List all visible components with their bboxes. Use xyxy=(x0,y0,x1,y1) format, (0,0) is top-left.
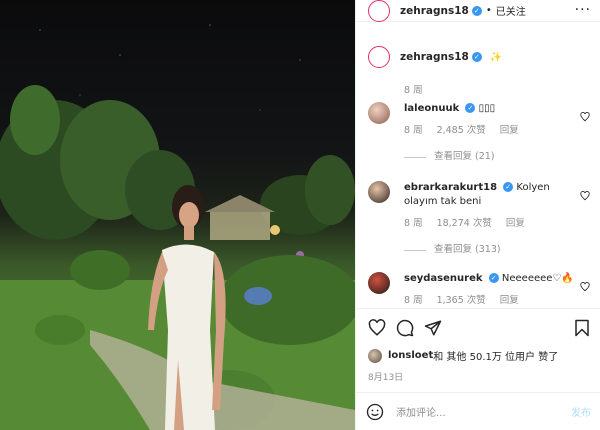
emoji-icon[interactable] xyxy=(366,403,384,421)
post-date[interactable]: 8月13日 xyxy=(368,370,403,383)
comment-likes[interactable]: 2,485 次赞 xyxy=(437,124,486,138)
caption-timestamp: 8 周 xyxy=(404,85,423,96)
post-side-panel: zehragns18 ✓ • 已关注 ··· zehragns18 ✓ ✨ 8 … xyxy=(355,0,600,430)
comment-like-heart-icon[interactable] xyxy=(580,191,590,201)
comment-timestamp: 8 周 xyxy=(404,218,423,229)
comment-input[interactable]: 添加评论... xyxy=(396,404,571,419)
comment-timestamp: 8 周 xyxy=(404,295,423,306)
comment-likes[interactable]: 18,274 次赞 xyxy=(437,217,492,231)
view-replies-label: 查看回复 (313) xyxy=(434,244,501,255)
view-replies-button[interactable]: 查看回复 (313) xyxy=(404,243,574,257)
reply-button[interactable]: 回复 xyxy=(506,217,525,231)
caption-avatar[interactable] xyxy=(368,46,390,68)
comment-icon[interactable] xyxy=(396,319,414,337)
heart-icon[interactable] xyxy=(368,319,386,337)
liker-avatar[interactable] xyxy=(368,348,382,363)
commenter-avatar[interactable] xyxy=(368,181,390,203)
post-photo[interactable] xyxy=(0,0,355,430)
post-action-bar xyxy=(356,308,600,346)
replies-divider xyxy=(404,156,426,158)
view-replies-label: 查看回复 (21) xyxy=(434,151,495,162)
comment-item: seydasenurek ✓ Neeeeeee♡🔥 8 周 1,365 次赞 回… xyxy=(368,272,590,306)
view-replies-button[interactable]: 查看回复 (21) xyxy=(404,150,574,164)
commenter-username[interactable]: ebrarkarakurt18 xyxy=(404,182,497,193)
commenter-avatar[interactable] xyxy=(368,272,390,294)
verified-badge-icon: ✓ xyxy=(471,5,482,16)
caption-username[interactable]: zehragns18 xyxy=(400,51,469,63)
comment-like-heart-icon[interactable] xyxy=(580,282,590,292)
post-comment-button[interactable]: 发布 xyxy=(571,404,591,419)
comment-item: laleonuuk ✓ ▯▯▯ 8 周 2,485 次赞 回复 查看回复 (21… xyxy=(368,102,590,164)
comment-timestamp: 8 周 xyxy=(404,125,423,136)
separator-dot: • xyxy=(485,5,492,16)
bookmark-icon[interactable] xyxy=(573,319,591,337)
reply-button[interactable]: 回复 xyxy=(500,294,519,306)
verified-badge-icon: ✓ xyxy=(471,52,482,62)
caption-text: ✨ xyxy=(489,51,503,63)
comment-like-heart-icon[interactable] xyxy=(580,112,590,122)
comment-text: Neeeeeee♡🔥 xyxy=(501,273,574,284)
instagram-post-modal: zehragns18 ✓ • 已关注 ··· zehragns18 ✓ ✨ 8 … xyxy=(0,0,600,430)
liker-username[interactable]: lonsloet xyxy=(388,350,433,361)
post-header: zehragns18 ✓ • 已关注 ··· xyxy=(356,0,600,22)
verified-badge-icon: ✓ xyxy=(488,273,499,283)
follow-status-button[interactable]: 已关注 xyxy=(496,3,526,18)
comment-text: ▯▯▯ xyxy=(478,103,496,114)
photo-illustration xyxy=(0,24,355,430)
comment-item: ebrarkarakurt18 ✓ Kolyen olayım tak beni… xyxy=(368,181,590,257)
replies-divider xyxy=(404,249,426,251)
commenter-avatar[interactable] xyxy=(368,102,390,124)
author-username[interactable]: zehragns18 xyxy=(400,5,469,17)
comment-likes[interactable]: 1,365 次赞 xyxy=(437,294,486,306)
share-icon[interactable] xyxy=(424,319,442,337)
verified-badge-icon: ✓ xyxy=(465,103,476,113)
commenter-username[interactable]: seydasenurek xyxy=(404,273,483,284)
add-comment-bar: 添加评论... 发布 xyxy=(356,392,600,430)
post-caption: zehragns18 ✓ ✨ 8 周 xyxy=(368,46,593,96)
likes-summary: lonsloet 和 其他 50.1万 位用户 赞了 xyxy=(368,348,558,363)
more-options-icon[interactable]: ··· xyxy=(575,2,591,18)
commenter-username[interactable]: laleonuuk xyxy=(404,103,459,114)
author-avatar[interactable] xyxy=(368,0,390,22)
reply-button[interactable]: 回复 xyxy=(500,124,519,138)
verified-badge-icon: ✓ xyxy=(503,182,514,192)
likes-summary-text[interactable]: 和 其他 50.1万 位用户 赞了 xyxy=(433,348,558,363)
